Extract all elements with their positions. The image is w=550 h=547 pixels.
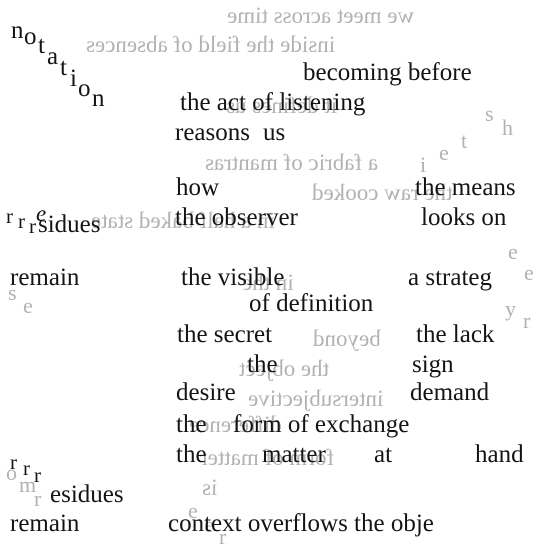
ghost-line-8: beyond bbox=[313, 326, 381, 351]
stray-letter-9: e bbox=[23, 293, 33, 318]
stray-letter-3: t bbox=[461, 128, 468, 153]
line-sign: sign bbox=[412, 351, 454, 378]
line-act-of-listening: the act of listening bbox=[180, 89, 366, 116]
line-hand: hand bbox=[475, 441, 524, 468]
line-the-observer: the observer bbox=[175, 204, 298, 231]
line-looks-on: looks on bbox=[421, 204, 507, 231]
line-the-visible: the visible bbox=[181, 264, 285, 291]
stray-letter-6: e bbox=[508, 239, 518, 264]
notation-letter-4: a bbox=[47, 43, 59, 70]
line-how: how bbox=[176, 174, 220, 201]
stray-letter-5: i bbox=[420, 152, 427, 177]
residues-1-letter-2: r bbox=[18, 209, 25, 233]
line-remain-1: remain bbox=[10, 264, 80, 291]
notation-letter-5: t bbox=[60, 54, 67, 81]
line-becoming-before: becoming before bbox=[303, 59, 472, 86]
line-us: us bbox=[263, 119, 286, 146]
line-the-secret: the secret bbox=[177, 321, 273, 348]
line-demand: demand bbox=[410, 379, 490, 406]
notation-letter-2: o bbox=[24, 23, 37, 50]
residues-2-letter-1: r bbox=[10, 450, 17, 474]
line-the-means: the means bbox=[415, 174, 516, 201]
line-of-definition: of definition bbox=[249, 290, 374, 317]
notation-letter-1: n bbox=[11, 17, 24, 44]
line-form-of-exchange: form of exchange bbox=[233, 411, 410, 438]
stray-letter-7: e bbox=[524, 260, 534, 285]
poem-page: we meet across time inside the field of … bbox=[0, 0, 550, 547]
residues-1-letter-1: r bbox=[6, 204, 13, 228]
line-remain-2: remain bbox=[10, 510, 80, 537]
stray-letter-10: y bbox=[505, 296, 516, 321]
line-context-overflows: context overflows the obje bbox=[168, 510, 434, 537]
line-a-strateg: a strateg bbox=[408, 264, 492, 291]
line-the-lack: the lack bbox=[416, 321, 495, 348]
line-desire: desire bbox=[176, 379, 236, 406]
stray-letter-2: h bbox=[502, 115, 513, 140]
notation-letter-6: i bbox=[70, 65, 77, 92]
notation-letter-7: o bbox=[78, 75, 91, 102]
residues-2-letter-2: r bbox=[23, 456, 30, 480]
ghost-line-1: we meet across time bbox=[227, 3, 415, 28]
line-the-matter-label: the bbox=[176, 441, 207, 468]
line-the-middle: the bbox=[247, 351, 278, 378]
notation-letter-3: t bbox=[38, 32, 45, 59]
residues-1-word: sidues bbox=[38, 211, 101, 238]
ghost-line-13: is bbox=[202, 475, 218, 500]
ghost-line-10: intersubjective bbox=[248, 386, 384, 411]
stray-letter-14: r bbox=[34, 486, 42, 511]
residues-2-letter-3: r bbox=[34, 463, 41, 487]
stray-letter-1: s bbox=[485, 101, 494, 126]
stray-letter-11: r bbox=[523, 308, 531, 333]
notation-letter-8: n bbox=[92, 85, 105, 112]
residues-2-word: esidues bbox=[50, 481, 124, 508]
stray-letter-4: e bbox=[439, 140, 449, 165]
line-matter: matter bbox=[262, 441, 326, 468]
line-the-form-label: the bbox=[176, 411, 207, 438]
residues-1-letter-3: r bbox=[29, 214, 36, 238]
ghost-line-2: inside the field of absences bbox=[86, 32, 336, 57]
line-at: at bbox=[374, 441, 393, 468]
ghost-line-4: a fabric of mantras bbox=[205, 150, 379, 175]
line-reasons: reasons bbox=[175, 119, 250, 146]
